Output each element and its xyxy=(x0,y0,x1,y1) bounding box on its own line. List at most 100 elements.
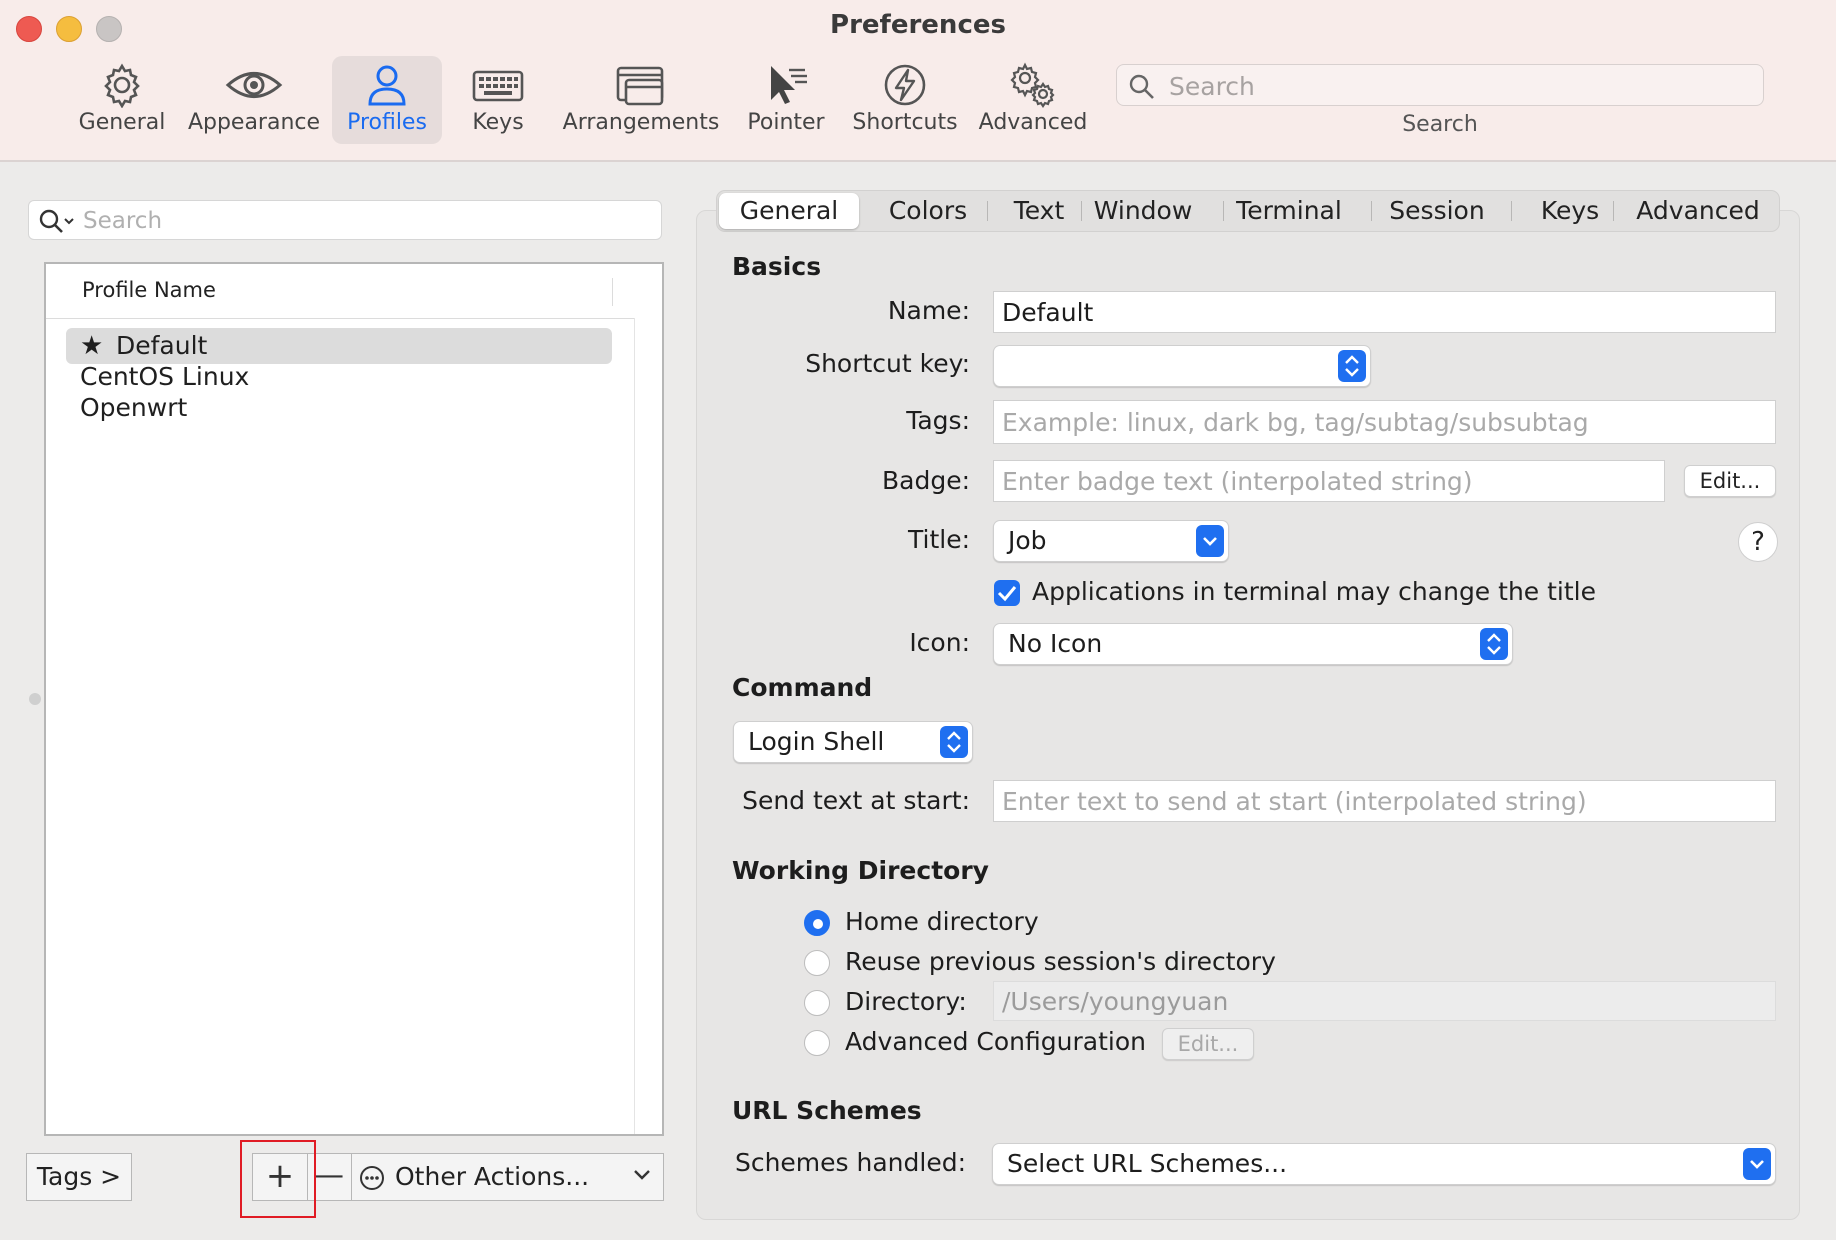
apps-change-title-checkbox[interactable] xyxy=(994,580,1020,606)
toolbar-pointer[interactable]: Pointer xyxy=(738,56,834,144)
profile-search-field[interactable] xyxy=(28,200,662,240)
toolbar-shortcuts-label: Shortcuts xyxy=(852,110,958,135)
toolbar-search-label: Search xyxy=(1402,112,1478,137)
search-with-options-icon xyxy=(39,209,74,233)
table-vertical-line xyxy=(634,318,635,1134)
add-profile-button[interactable]: + xyxy=(253,1154,308,1200)
chevron-down-icon xyxy=(1743,1148,1771,1180)
command-popup[interactable]: Login Shell xyxy=(733,721,973,763)
send-text-field[interactable] xyxy=(993,780,1776,822)
person-icon xyxy=(368,65,406,106)
advanced-configuration-radio[interactable] xyxy=(804,1030,830,1056)
badge-field[interactable] xyxy=(993,460,1665,502)
toolbar-pointer-label: Pointer xyxy=(747,110,825,135)
working-directory-section-title: Working Directory xyxy=(732,856,989,885)
tab-separator xyxy=(1371,201,1372,221)
other-actions-label: Other Actions... xyxy=(395,1162,590,1191)
name-input[interactable] xyxy=(1000,294,1773,330)
badge-edit-button[interactable]: Edit... xyxy=(1684,465,1776,497)
gear-icon xyxy=(104,63,140,108)
toolbar-advanced-label: Advanced xyxy=(978,110,1088,135)
remove-profile-button[interactable]: — xyxy=(307,1154,352,1200)
toolbar-search-field[interactable] xyxy=(1116,64,1764,106)
title-value: Job xyxy=(1008,526,1047,555)
tab-separator xyxy=(1613,201,1614,221)
ellipsis-circle-icon xyxy=(360,1166,384,1190)
toolbar-appearance-label: Appearance xyxy=(187,110,321,135)
reuse-directory-radio[interactable] xyxy=(804,950,830,976)
toolbar-general-label: General xyxy=(78,110,166,135)
directory-input xyxy=(1000,984,1773,1018)
tab-keys[interactable]: Keys xyxy=(1515,193,1625,229)
name-field[interactable] xyxy=(993,291,1776,333)
icon-popup[interactable]: No Icon xyxy=(993,623,1513,665)
eye-icon xyxy=(225,72,283,98)
profile-list: Profile Name ★ Default CentOS Linux Open… xyxy=(44,262,664,1136)
toolbar: Preferences General Appearance Profiles … xyxy=(0,0,1836,162)
shortcut-key-label: Shortcut key: xyxy=(805,349,970,378)
command-section-title: Command xyxy=(732,673,873,702)
tab-terminal[interactable]: Terminal xyxy=(1227,193,1351,229)
command-value: Login Shell xyxy=(748,727,885,756)
windows-icon xyxy=(616,66,664,106)
send-text-label: Send text at start: xyxy=(742,786,970,815)
pointer-icon xyxy=(771,66,807,104)
send-text-input[interactable] xyxy=(1000,783,1773,819)
toolbar-shortcuts[interactable]: Shortcuts xyxy=(848,56,962,144)
toolbar-arrangements-label: Arrangements xyxy=(562,110,720,135)
schemes-handled-label: Schemes handled: xyxy=(734,1148,966,1177)
tags-button[interactable]: Tags > xyxy=(26,1153,132,1201)
badge-input[interactable] xyxy=(1000,463,1662,499)
toolbar-profiles-label: Profiles xyxy=(347,110,427,135)
directory-label: Directory: xyxy=(845,987,967,1016)
toolbar-advanced[interactable]: Advanced xyxy=(976,56,1090,144)
toolbar-arrangements[interactable]: Arrangements xyxy=(560,56,722,144)
profile-row-openwrt[interactable]: Openwrt xyxy=(66,390,612,426)
column-divider xyxy=(612,278,613,306)
toolbar-search-input[interactable] xyxy=(1167,69,1751,103)
chevron-down-icon xyxy=(1196,525,1224,557)
basics-section-title: Basics xyxy=(732,252,822,281)
gears-icon xyxy=(1010,62,1055,108)
tab-general[interactable]: General xyxy=(719,193,859,229)
tab-window[interactable]: Window xyxy=(1085,193,1201,229)
profile-tabs: General Colors Text Window Terminal Sess… xyxy=(716,190,1780,232)
profile-name-column-header: Profile Name xyxy=(82,278,216,302)
tags-input[interactable] xyxy=(1000,403,1773,441)
url-schemes-popup[interactable]: Select URL Schemes... xyxy=(992,1143,1776,1185)
other-actions-popup[interactable]: Other Actions... xyxy=(351,1154,663,1200)
toolbar-general[interactable]: General xyxy=(72,56,172,144)
search-icon xyxy=(1129,74,1154,99)
tags-label: Tags: xyxy=(906,406,970,435)
tab-session[interactable]: Session xyxy=(1375,193,1499,229)
profile-table-header[interactable]: Profile Name xyxy=(46,264,634,319)
tab-separator xyxy=(987,201,988,221)
tab-advanced[interactable]: Advanced xyxy=(1617,193,1779,229)
toolbar-profiles[interactable]: Profiles xyxy=(332,56,442,144)
home-directory-label: Home directory xyxy=(845,907,1039,936)
name-label: Name: xyxy=(887,296,970,325)
home-directory-radio[interactable] xyxy=(804,910,830,936)
toolbar-keys-label: Keys xyxy=(472,110,524,135)
up-down-chevron-icon xyxy=(940,726,968,758)
help-button[interactable]: ? xyxy=(1738,522,1778,562)
profile-search-input[interactable] xyxy=(81,204,645,238)
advanced-configuration-edit-button: Edit... xyxy=(1162,1028,1254,1060)
tab-colors[interactable]: Colors xyxy=(869,193,987,229)
icon-label: Icon: xyxy=(909,628,970,657)
tags-field[interactable] xyxy=(993,400,1776,444)
directory-radio[interactable] xyxy=(804,990,830,1016)
tab-separator xyxy=(1223,201,1224,221)
tab-separator xyxy=(1511,201,1512,221)
title-popup[interactable]: Job xyxy=(993,520,1229,562)
directory-field xyxy=(993,981,1776,1021)
toolbar-appearance[interactable]: Appearance xyxy=(186,56,322,144)
tab-text[interactable]: Text xyxy=(989,193,1089,229)
toolbar-keys[interactable]: Keys xyxy=(452,56,544,144)
profile-row-label: Openwrt xyxy=(80,393,188,422)
split-view-divider-handle[interactable] xyxy=(29,693,41,705)
advanced-configuration-label: Advanced Configuration xyxy=(845,1027,1146,1056)
icon-value: No Icon xyxy=(1008,629,1103,658)
reuse-directory-label: Reuse previous session's directory xyxy=(845,947,1276,976)
shortcut-key-popup[interactable] xyxy=(993,345,1371,387)
